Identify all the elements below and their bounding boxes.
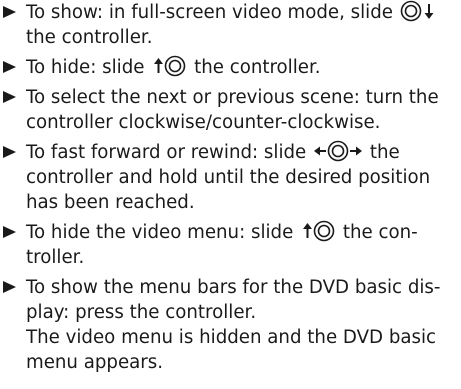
step-text: To show: in full-screen video mode, slid… [26, 2, 393, 23]
step-select-scene: To select the next or previous scene: tu… [3, 85, 459, 135]
step-text: the controller. [26, 27, 153, 48]
triangle-bullet-icon [3, 281, 16, 293]
step-line: To hide: slide the controller. [26, 55, 459, 80]
step-fast-forward-rewind: To fast forward or rewind: slide the con… [3, 140, 459, 215]
step-show-dvd-menu-bars: To show the menu bars for the DVD basic … [3, 275, 459, 375]
triangle-bullet-icon [3, 226, 16, 238]
instruction-page: To show: in full-screen video mode, slid… [0, 0, 461, 389]
step-text: controller clockwise/counter-clockwise. [26, 112, 381, 133]
step-line: To fast forward or rewind: slide the [26, 140, 459, 165]
triangle-bullet-icon [3, 91, 16, 103]
instruction-list: To show: in full-screen video mode, slid… [3, 0, 459, 375]
controller-slide-down-icon [400, 0, 434, 22]
triangle-bullet-icon [3, 6, 16, 18]
step-text: controller and hold until the desired po… [26, 167, 431, 188]
step-hide-controls: To hide: slide the controller. [3, 55, 459, 80]
step-text: the [369, 142, 400, 163]
controller-slide-left-right-icon [314, 140, 363, 162]
step-result-text: menu appears. [26, 352, 164, 373]
step-text: the controller. [194, 57, 321, 78]
step-text: To show the menu bars for the DVD basic … [26, 277, 441, 298]
step-hide-video-menu: To hide the video menu: slide the con- t… [3, 220, 459, 270]
step-text: To fast forward or rewind: slide [26, 142, 307, 163]
step-text: To hide: slide [26, 57, 145, 78]
step-text: troller. [26, 247, 85, 268]
step-line: To hide the video menu: slide the con- [26, 220, 459, 245]
step-show-controls: To show: in full-screen video mode, slid… [3, 0, 459, 50]
step-text: the con- [342, 222, 418, 243]
step-text: To select the next or previous scene: tu… [26, 87, 439, 108]
step-text: To hide the video menu: slide [26, 222, 294, 243]
step-result-text: The video menu is hidden and the DVD bas… [26, 327, 437, 348]
triangle-bullet-icon [3, 146, 16, 158]
controller-slide-up-icon [154, 55, 186, 77]
step-text: has been reached. [26, 192, 195, 213]
step-text: play: press the controller. [26, 302, 257, 323]
controller-slide-up-icon [303, 220, 335, 242]
step-line: To show: in full-screen video mode, slid… [26, 0, 459, 25]
triangle-bullet-icon [3, 61, 16, 73]
